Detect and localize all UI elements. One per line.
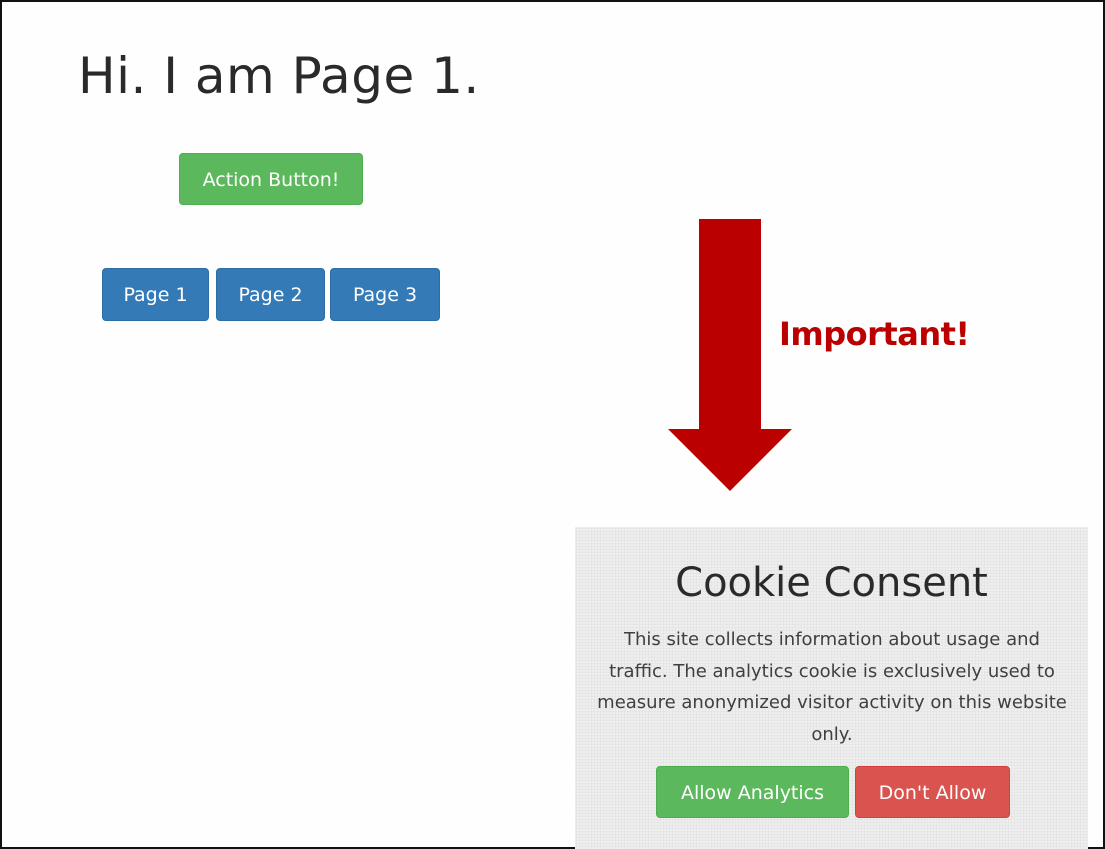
arrow-down-icon bbox=[668, 219, 792, 491]
cookie-consent-banner: Cookie Consent This site collects inform… bbox=[575, 527, 1088, 849]
cookie-consent-title: Cookie Consent bbox=[675, 560, 988, 606]
dont-allow-button[interactable]: Don't Allow bbox=[855, 766, 1010, 818]
page-2-button[interactable]: Page 2 bbox=[216, 268, 325, 321]
page-1-button[interactable]: Page 1 bbox=[102, 268, 209, 321]
action-button[interactable]: Action Button! bbox=[179, 153, 363, 205]
cookie-consent-text: This site collects information about usa… bbox=[597, 629, 1067, 745]
page-title: Hi. I am Page 1. bbox=[78, 47, 480, 105]
allow-analytics-button[interactable]: Allow Analytics bbox=[656, 766, 849, 818]
page-3-button[interactable]: Page 3 bbox=[330, 268, 440, 321]
browser-viewport: Hi. I am Page 1. Action Button! Page 1 P… bbox=[0, 0, 1105, 849]
important-annotation: Important! bbox=[779, 315, 970, 353]
